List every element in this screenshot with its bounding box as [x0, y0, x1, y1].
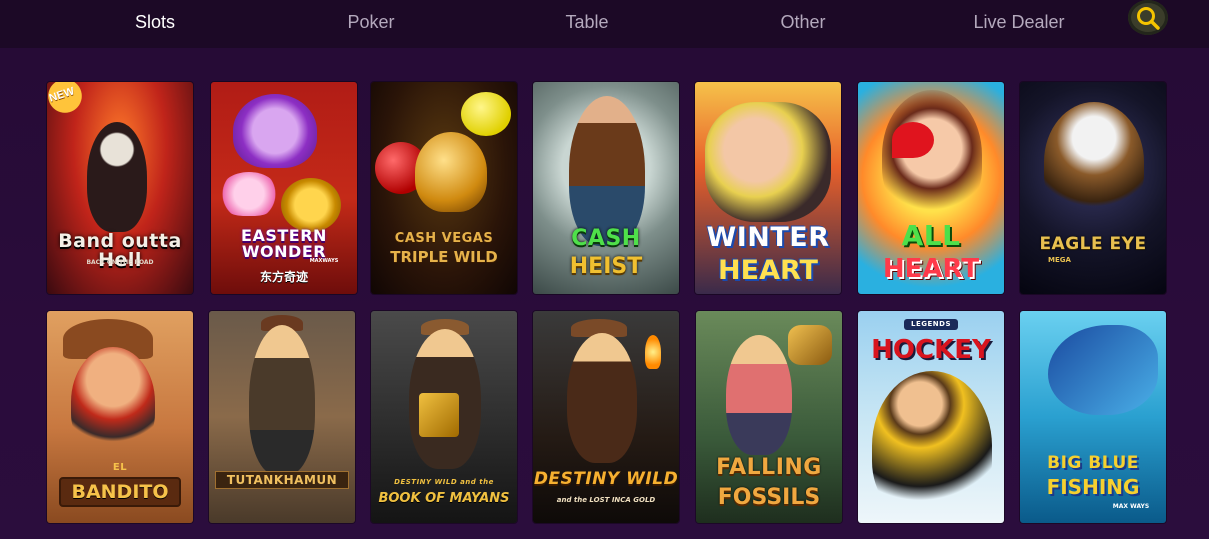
game-title: HOCKEY [871, 335, 991, 365]
game-card-eagle-eye[interactable]: EAGLE EYE MEGA [1020, 82, 1166, 294]
game-card-book-of-mayans[interactable]: DESTINY WILD and the BOOK OF MAYANS [371, 311, 517, 523]
gold-coin [281, 178, 341, 232]
bell-icon [415, 132, 487, 212]
game-subtitle: HEIST [569, 254, 643, 279]
game-subtitle: BOOK OF MAYANS [378, 491, 510, 506]
game-card-band-outta-hell[interactable]: Band outta Hell BACK ON THE ROAD NEW [47, 82, 193, 294]
explorer-figure [249, 325, 315, 475]
tab-slots[interactable]: Slots [85, 12, 225, 33]
game-subtitle: FISHING [1046, 475, 1140, 499]
tab-table[interactable]: Table [517, 12, 657, 33]
search-button[interactable] [1128, 0, 1168, 35]
game-card-big-blue-fishing[interactable]: BIG BLUE FISHING MAX WAYS [1020, 311, 1166, 523]
game-subtitle: BANDITO [59, 477, 181, 507]
game-card-all-heart[interactable]: ALL HEART [858, 82, 1004, 294]
marlin-fish [1048, 325, 1158, 415]
game-card-falling-fossils[interactable]: FALLING FOSSILS [696, 311, 842, 523]
game-title: DESTINY WILD and the [394, 478, 494, 486]
game-subtitle: and the LOST INCA GOLD [556, 496, 656, 504]
game-subtitle: TRIPLE WILD [390, 248, 498, 266]
torch-icon [645, 335, 661, 369]
game-subtitle: 东方奇迹 [259, 270, 308, 284]
tab-poker[interactable]: Poker [301, 12, 441, 33]
game-title: EL [112, 462, 128, 473]
couple-figure [705, 102, 831, 222]
fossil-icon [788, 325, 832, 365]
game-subtitle: HEART [718, 255, 818, 286]
new-badge: NEW [47, 82, 87, 114]
game-card-winter-heart[interactable]: WINTER HEART [695, 82, 841, 294]
thief-figure [569, 96, 645, 246]
game-title: EASTERN WONDER [241, 226, 327, 261]
game-card-hockey[interactable]: LEGENDS HOCKEY [858, 311, 1004, 523]
hockey-player [872, 371, 992, 521]
game-subtitle: FOSSILS [717, 485, 821, 510]
games-grid: Band outta Hell BACK ON THE ROAD NEW EAS… [0, 48, 1209, 539]
game-extra: MAXWAYS [309, 258, 339, 264]
game-subtitle: BACK ON THE ROAD [86, 259, 154, 266]
search-icon [1137, 7, 1160, 30]
game-badge-text: LEGENDS [904, 319, 958, 330]
tab-other[interactable]: Other [733, 12, 873, 33]
game-card-el-bandito[interactable]: EL BANDITO [47, 311, 193, 523]
lion-head [233, 94, 317, 168]
game-title: EAGLE EYE [1039, 234, 1147, 254]
top-navigation: Slots Poker Table Other Live Dealer [0, 0, 1209, 48]
skeleton-figure [87, 122, 147, 232]
game-title: BIG BLUE [1047, 453, 1139, 473]
explorer-figure [726, 335, 792, 455]
game-title: FALLING [716, 455, 822, 480]
eagle-figure [1044, 102, 1144, 222]
game-card-cash-vegas[interactable]: CASH VEGAS TRIPLE WILD [371, 82, 517, 294]
lemon-icon [461, 92, 511, 136]
game-title: WINTER [706, 222, 830, 253]
game-subtitle: HEART [882, 254, 980, 284]
tab-live-dealer[interactable]: Live Dealer [949, 12, 1089, 33]
lotus-flower [219, 172, 279, 216]
game-subtitle: MEGA [1048, 256, 1071, 264]
game-title: ALL [901, 219, 961, 252]
game-title: CASH [571, 226, 641, 251]
game-card-eastern-wonder[interactable]: EASTERN WONDER 东方奇迹 MAXWAYS [211, 82, 357, 294]
game-title: CASH VEGAS [394, 231, 494, 246]
game-title: TUTANKHAMUN [215, 471, 349, 489]
game-extra: MAX WAYS [1112, 503, 1150, 510]
game-card-tutankhamun[interactable]: TUTANKHAMUN [209, 311, 355, 523]
cowboy-figure [71, 347, 155, 457]
explorer-figure [567, 333, 637, 463]
golden-book [419, 393, 459, 437]
game-title: DESTINY WILD [533, 469, 679, 489]
heart-icon [892, 122, 934, 158]
game-card-destiny-wild-lost-inca-gold[interactable]: DESTINY WILD and the LOST INCA GOLD [533, 311, 679, 523]
game-card-cash-heist[interactable]: CASH HEIST [533, 82, 679, 294]
